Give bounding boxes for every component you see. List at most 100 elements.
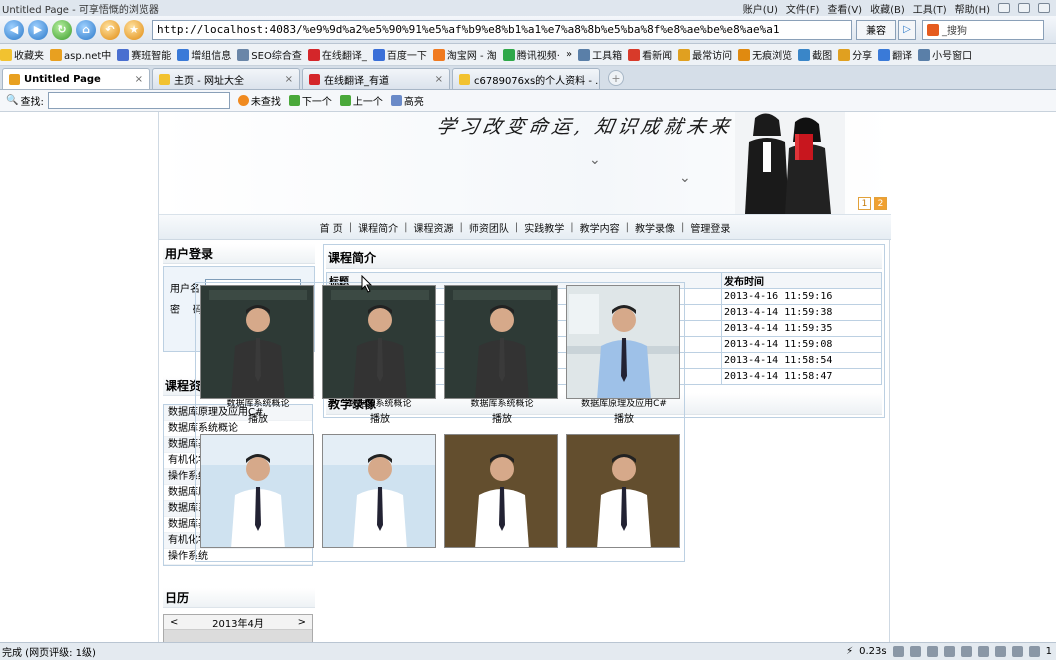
- find-status-button[interactable]: 未查找: [237, 93, 281, 108]
- video-card: [444, 434, 560, 559]
- video-play-link[interactable]: 播放: [566, 412, 682, 428]
- video-thumbnail[interactable]: [444, 434, 558, 548]
- toolbar-item[interactable]: 无痕浏览: [738, 47, 792, 62]
- favorite-item[interactable]: 收藏夹: [0, 47, 44, 62]
- toolbar-item[interactable]: 最常访问: [678, 47, 732, 62]
- banner-page-2[interactable]: 2: [874, 197, 887, 210]
- menu-account[interactable]: 账户(U): [743, 1, 778, 16]
- url-text: http://localhost:4083/%e9%9d%a2%e5%90%91…: [157, 23, 780, 36]
- nav-item[interactable]: 课程资源: [408, 220, 460, 235]
- toolbar-item-icon: [628, 48, 641, 61]
- tab-close-icon[interactable]: ×: [435, 74, 443, 85]
- nav-item[interactable]: 实践教学: [518, 220, 570, 235]
- favorite-star-button[interactable]: ★: [124, 19, 144, 40]
- favorite-item[interactable]: SEO综合查: [237, 47, 302, 62]
- find-icon: [237, 95, 249, 106]
- toolbar-item[interactable]: 分享: [838, 47, 872, 62]
- window-icon[interactable]: [977, 646, 989, 657]
- video-thumbnail[interactable]: [566, 434, 680, 548]
- favorite-item[interactable]: 赛班智能: [117, 47, 171, 62]
- calendar-month: 2013年4月: [212, 618, 264, 630]
- favorites-more-icon[interactable]: »: [566, 49, 572, 60]
- favorite-item[interactable]: 百度一下: [372, 47, 427, 62]
- find-prev-button[interactable]: 上一个: [339, 93, 383, 108]
- maximize-button[interactable]: [1018, 3, 1030, 13]
- undo-close-button[interactable]: ↶: [100, 19, 120, 40]
- video-title: 数据库系统概论: [348, 399, 412, 409]
- edit-icon[interactable]: [892, 646, 904, 657]
- menu-file[interactable]: 文件(F): [786, 1, 820, 16]
- nav-item[interactable]: 课程简介: [352, 220, 404, 235]
- menu-view[interactable]: 查看(V): [827, 1, 862, 16]
- tab-close-icon[interactable]: ×: [135, 74, 143, 85]
- browser-tab[interactable]: Untitled Page ×: [2, 68, 150, 89]
- favorite-item[interactable]: 淘宝网 - 淘: [432, 47, 497, 62]
- tab-close-icon[interactable]: ×: [285, 74, 293, 85]
- toolbar-item[interactable]: 截图: [798, 47, 832, 62]
- forward-button[interactable]: ▶: [28, 19, 48, 40]
- toolbar-item[interactable]: 看新闻: [628, 47, 672, 62]
- compat-mode-button[interactable]: 兼容: [856, 19, 896, 40]
- search-placeholder: _搜狗: [942, 26, 967, 37]
- search-input[interactable]: _搜狗: [922, 19, 1044, 40]
- favorite-item[interactable]: 腾讯视频·: [502, 47, 560, 62]
- toolbar-item-label: 无痕浏览: [752, 51, 793, 62]
- toolbar-item-icon: [678, 48, 691, 61]
- browser-tab[interactable]: c6789076xs的个人资料 - ...×: [452, 68, 600, 89]
- eye-icon[interactable]: [994, 646, 1006, 657]
- minimize-button[interactable]: [998, 3, 1010, 13]
- back-button[interactable]: ◀: [4, 19, 24, 40]
- toolbar-item[interactable]: 小号窗口: [918, 47, 972, 62]
- video-play-link[interactable]: 播放: [322, 412, 438, 428]
- col-time-header: 发布时间: [721, 272, 882, 289]
- new-tab-button[interactable]: +: [608, 70, 624, 86]
- refresh-button[interactable]: ↻: [52, 19, 72, 40]
- video-thumbnail[interactable]: [322, 285, 436, 399]
- browser-tab[interactable]: 主页 - 网址大全 ×: [152, 68, 300, 89]
- highlight-button[interactable]: 高亮: [390, 93, 424, 108]
- toolbar-item[interactable]: 翻译: [878, 47, 912, 62]
- video-play-link[interactable]: 播放: [200, 412, 316, 428]
- find-input[interactable]: [47, 92, 230, 109]
- volume-icon[interactable]: [943, 646, 955, 657]
- video-thumbnail[interactable]: [200, 434, 314, 548]
- video-title: 数据库原理及应用C#: [581, 399, 667, 409]
- video-title: [566, 548, 682, 559]
- person-icon[interactable]: [909, 646, 921, 657]
- calendar-prev-button[interactable]: <: [170, 617, 178, 628]
- calendar-spacer: [164, 630, 312, 642]
- url-input[interactable]: http://localhost:4083/%e9%9d%a2%e5%90%91…: [152, 19, 852, 40]
- favorite-item[interactable]: 在线翻译_: [307, 47, 367, 62]
- home-icon[interactable]: [960, 646, 972, 657]
- nav-item[interactable]: 教学内容: [574, 220, 626, 235]
- forward-arrow-icon: ▶: [33, 23, 43, 36]
- browser-tab[interactable]: 在线翻译_有道 ×: [302, 68, 450, 89]
- video-thumbnail[interactable]: [200, 285, 314, 399]
- video-card: 数据库系统概论 播放: [200, 285, 316, 428]
- banner-page-1[interactable]: 1: [858, 197, 871, 210]
- close-button[interactable]: [1038, 3, 1050, 13]
- calendar-next-button[interactable]: >: [298, 617, 306, 628]
- menu-help[interactable]: 帮助(H): [955, 1, 990, 16]
- video-play-link[interactable]: 播放: [444, 412, 560, 428]
- video-thumbnail[interactable]: [322, 434, 436, 548]
- zoom-icon[interactable]: [1028, 646, 1040, 657]
- shield-icon[interactable]: [1011, 646, 1023, 657]
- favorite-item[interactable]: asp.net中: [50, 47, 111, 62]
- toolbar-item[interactable]: 工具箱: [578, 47, 622, 62]
- nav-item[interactable]: 教学录像: [629, 220, 681, 235]
- video-thumbnail[interactable]: [444, 285, 558, 399]
- find-next-button[interactable]: 下一个: [288, 93, 332, 108]
- menu-favorites[interactable]: 收藏(B): [870, 1, 905, 16]
- favorite-item[interactable]: 增组信息: [177, 47, 231, 62]
- download-icon[interactable]: [926, 646, 938, 657]
- go-button[interactable]: ▷: [898, 19, 916, 40]
- home-button[interactable]: ⌂: [76, 19, 96, 40]
- nav-item[interactable]: 管理登录: [684, 220, 736, 235]
- video-thumbnail[interactable]: [566, 285, 680, 399]
- find-label: 🔍 查找:: [6, 95, 44, 108]
- menu-tools[interactable]: 工具(T): [913, 1, 947, 16]
- nav-item[interactable]: 师资团队: [463, 220, 515, 235]
- toolbar-item-label: 截图: [812, 51, 833, 62]
- nav-item[interactable]: 首 页: [314, 220, 349, 235]
